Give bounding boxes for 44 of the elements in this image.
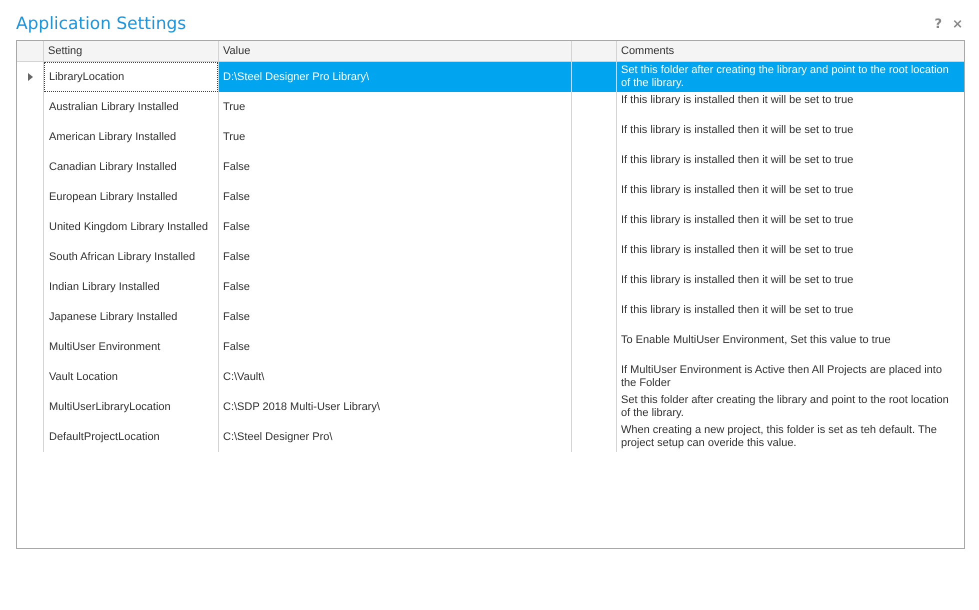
setting-name[interactable]: American Library Installed [44, 122, 218, 152]
value-cell[interactable]: C:\Steel Designer Pro\ [219, 422, 572, 452]
comment-cell: Set this folder after creating the library and point to the root location of the library. [617, 62, 964, 92]
value-cell[interactable]: False [219, 332, 572, 362]
setting-name[interactable]: MultiUserLibraryLocation [44, 392, 218, 422]
close-button[interactable]: × [950, 16, 965, 32]
comment-cell-text: To Enable MultiUser Environment, Set this value to true [620, 333, 892, 348]
comment-cell-text: If this library is installed then it will be set to true [620, 123, 854, 138]
setting-name[interactable]: United Kingdom Library Installed [44, 212, 218, 242]
column-header[interactable]: Comments [617, 41, 964, 61]
comment-cell-text: If this library is installed then it will be set to true [620, 243, 854, 258]
comment-cell-text: If this library is installed then it will be set to true [620, 213, 854, 228]
column-header[interactable]: Value [219, 41, 572, 61]
comment-cell-text: If this library is installed then it will be set to true [620, 273, 854, 288]
window-title: Application Settings [16, 14, 186, 34]
value-cell[interactable]: False [219, 182, 572, 212]
setting-name[interactable]: Canadian Library Installed [44, 152, 218, 182]
setting-name[interactable]: DefaultProjectLocation [44, 422, 218, 452]
value-cell[interactable]: False [219, 212, 572, 242]
comment-cell-text: If MultiUser Environment is Active then All Projects are placed into the Folder [620, 363, 943, 391]
comment-cell-text: When creating a new project, this folder is set as teh default. The project setup can overide this value. [620, 423, 938, 451]
setting-name[interactable]: MultiUser Environment [44, 332, 218, 362]
help-button[interactable]: ? [932, 16, 944, 32]
value-cell[interactable]: False [219, 152, 572, 182]
setting-name[interactable]: Australian Library Installed [44, 92, 218, 122]
comment-cell-text: Set this folder after creating the library and point to the root location of the library. [620, 393, 950, 421]
setting-name[interactable]: Vault Location [44, 362, 218, 392]
value-cell[interactable]: C:\Vault\ [219, 362, 572, 392]
value-cell[interactable]: C:\SDP 2018 Multi-User Library\ [219, 392, 572, 422]
setting-name[interactable]: LibraryLocation [44, 62, 218, 92]
comment-cell-text: If this library is installed then it will be set to true [620, 303, 854, 318]
setting-name[interactable]: Japanese Library Installed [44, 302, 218, 332]
value-cell[interactable]: True [219, 92, 572, 122]
comment-cell-text: If this library is installed then it will be set to true [620, 153, 854, 168]
column-header[interactable]: Setting [44, 41, 219, 61]
comment-cell-text: If this library is installed then it will be set to true [620, 183, 854, 198]
setting-name[interactable]: European Library Installed [44, 182, 218, 212]
setting-name[interactable]: South African Library Installed [44, 242, 218, 272]
value-cell[interactable]: False [219, 272, 572, 302]
comment-cell-text: If this library is installed then it will be set to true [620, 93, 854, 108]
value-cell[interactable]: False [219, 302, 572, 332]
value-cell[interactable]: True [219, 122, 572, 152]
value-cell[interactable]: False [219, 242, 572, 272]
setting-name[interactable]: Indian Library Installed [44, 272, 218, 302]
